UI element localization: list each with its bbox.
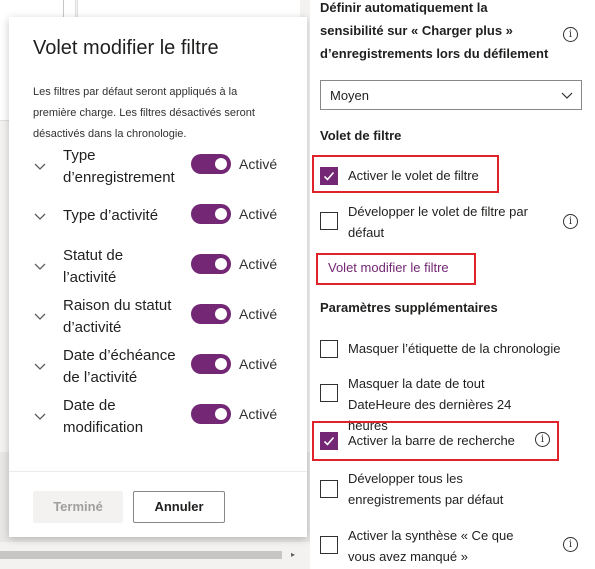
scroll-right-arrow-icon[interactable]: ▸: [288, 550, 298, 560]
chevron-down-icon: [561, 92, 573, 99]
filter-pane-section-title: Volet de filtre: [320, 128, 402, 143]
checkmark-icon: [323, 171, 335, 181]
filter-label: Date de modification: [63, 397, 144, 436]
edit-filter-pane-flyout: Volet modifier le filtre Les filtres par…: [9, 17, 307, 537]
enable-search-bar-label: Activer la barre de recherche: [348, 433, 515, 448]
flyout-title: Volet modifier le filtre: [33, 37, 219, 59]
flyout-description: Les filtres par défaut seront appliqués …: [33, 86, 255, 140]
filter-row-activity-status-reason[interactable]: Raison du statut d’activité Activé: [9, 295, 307, 339]
filter-row-activity-due-date[interactable]: Date d’échéance de l’activité Activé: [9, 345, 307, 389]
chevron-down-icon[interactable]: [33, 209, 47, 223]
filter-label: Type d’activité: [63, 207, 159, 224]
filter-row-record-type[interactable]: Type d’enregistrement Activé: [9, 145, 307, 189]
expand-all-records-checkbox[interactable]: [320, 480, 338, 498]
filter-toggle[interactable]: [191, 404, 231, 424]
chevron-down-icon[interactable]: [33, 309, 47, 323]
filter-state: Activé: [239, 306, 278, 322]
enable-search-bar-checkbox[interactable]: [320, 432, 338, 450]
properties-pane: Définir automatiquement la sensibilité s…: [310, 0, 595, 569]
filter-state: Activé: [239, 206, 278, 222]
expand-filter-pane-label: Développer le volet de filtre par défaut: [348, 204, 528, 240]
filter-row-activity-status[interactable]: Statut de l’activité Activé: [9, 245, 307, 289]
sensitivity-dropdown[interactable]: Moyen: [320, 80, 582, 110]
edit-filter-pane-button[interactable]: Volet modifier le filtre: [328, 260, 449, 275]
filter-label: Type d’enregistrement: [63, 147, 175, 186]
enable-filter-pane-label: Activer le volet de filtre: [348, 168, 479, 183]
enable-summary-label: Activer la synthèse « Ce que vous avez m…: [348, 528, 514, 564]
additional-settings-section-title: Paramètres supplémentaires: [320, 300, 498, 315]
info-icon[interactable]: i: [563, 27, 578, 42]
flyout-footer-divider: [9, 471, 307, 472]
chevron-down-icon[interactable]: [33, 359, 47, 373]
filter-state: Activé: [239, 356, 278, 372]
filter-state: Activé: [239, 156, 278, 172]
auto-sensitivity-label: Définir automatiquement la sensibilité s…: [320, 0, 549, 61]
filter-toggle[interactable]: [191, 204, 231, 224]
filter-label: Date d’échéance de l’activité: [63, 347, 176, 386]
scrollbar-thumb[interactable]: [0, 551, 282, 559]
filter-state: Activé: [239, 256, 278, 272]
done-button[interactable]: Terminé: [33, 491, 123, 523]
info-icon[interactable]: i: [535, 432, 550, 447]
sensitivity-value: Moyen: [330, 88, 370, 103]
chevron-down-icon[interactable]: [33, 159, 47, 173]
filter-toggle[interactable]: [191, 354, 231, 374]
enable-summary-checkbox[interactable]: [320, 536, 338, 554]
filter-toggle[interactable]: [191, 254, 231, 274]
filter-row-modified-date[interactable]: Date de modification Activé: [9, 395, 307, 439]
filter-toggle[interactable]: [191, 304, 231, 324]
chevron-down-icon[interactable]: [33, 409, 47, 423]
filter-toggle[interactable]: [191, 154, 231, 174]
info-icon[interactable]: i: [563, 537, 578, 552]
hide-timeline-label-checkbox[interactable]: [320, 340, 338, 358]
checkmark-icon: [323, 436, 335, 446]
filter-state: Activé: [239, 406, 278, 422]
expand-all-records-label: Développer tous les enregistrements par …: [348, 471, 504, 507]
filter-label: Raison du statut d’activité: [63, 297, 172, 336]
cancel-button[interactable]: Annuler: [133, 491, 225, 523]
hide-timeline-label-text: Masquer l’étiquette de la chronologie: [348, 341, 561, 356]
chevron-down-icon[interactable]: [33, 259, 47, 273]
expand-filter-pane-checkbox[interactable]: [320, 212, 338, 230]
info-icon[interactable]: i: [563, 214, 578, 229]
enable-filter-pane-checkbox[interactable]: [320, 167, 338, 185]
hide-datetime-checkbox[interactable]: [320, 384, 338, 402]
filter-label: Statut de l’activité: [63, 247, 124, 286]
filter-row-activity-type[interactable]: Type d’activité Activé: [9, 195, 307, 239]
